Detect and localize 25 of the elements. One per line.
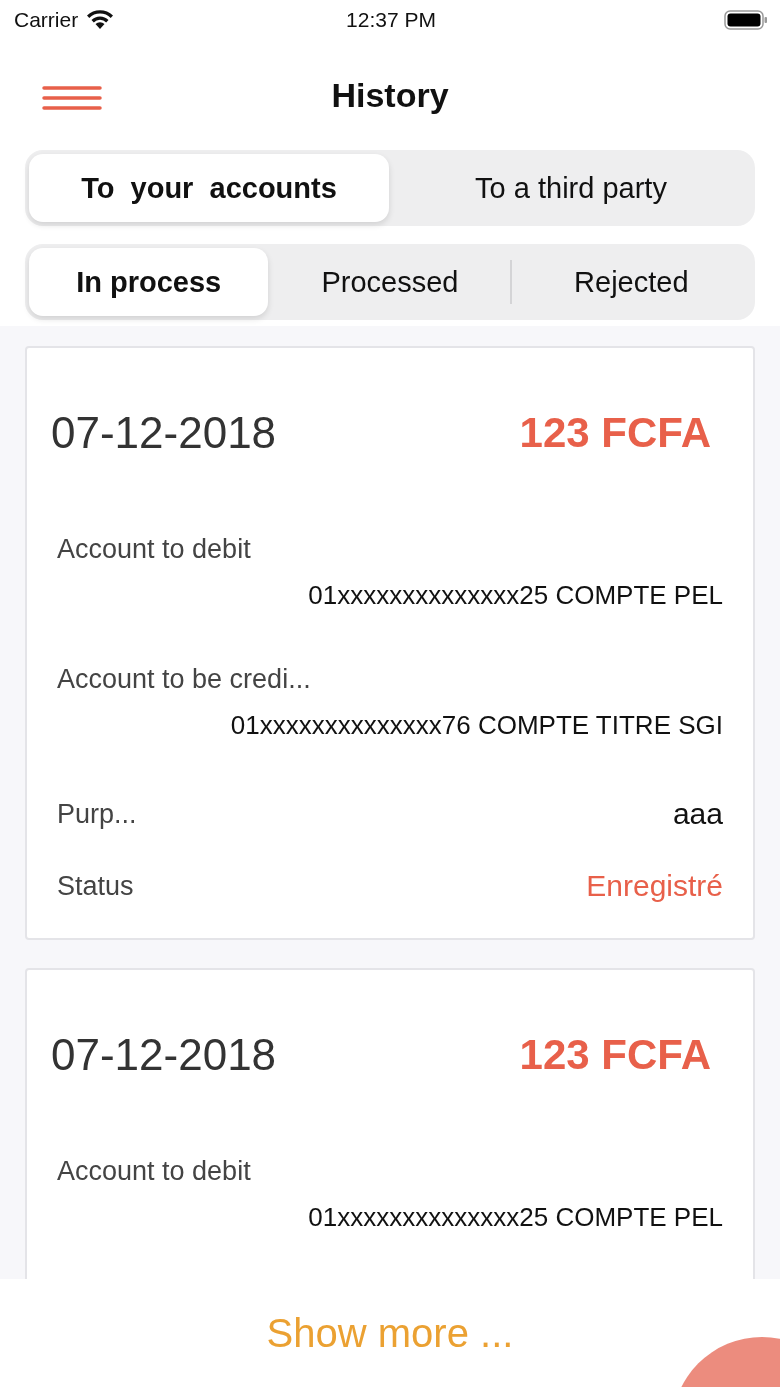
screen-title: History bbox=[331, 75, 449, 115]
segment-tab[interactable]: Rejected bbox=[511, 248, 751, 316]
carrier-label: Carrier bbox=[14, 8, 79, 32]
status-value: Enregistré bbox=[586, 869, 723, 903]
transfer-amount: 123 FCFA bbox=[519, 1031, 711, 1079]
clock-time: 12:37 PM bbox=[346, 8, 436, 32]
field-label: Purp... bbox=[57, 798, 137, 830]
field-label: Status bbox=[57, 870, 134, 902]
field-value: 01xxxxxxxxxxxxxx76 COMPTE TITRE SGI bbox=[230, 709, 723, 741]
transfer-date: 07-12-2018 bbox=[51, 1030, 277, 1080]
field-label: Account to debit bbox=[57, 533, 251, 565]
field-value: 01xxxxxxxxxxxxxx25 COMPTE PEL bbox=[308, 579, 723, 611]
segment-tab[interactable]: To your accounts bbox=[29, 154, 389, 222]
transfer-date: 07-12-2018 bbox=[51, 408, 277, 458]
segment-tab[interactable]: To a third party bbox=[391, 154, 751, 222]
menu-button[interactable] bbox=[42, 85, 102, 111]
wifi-icon bbox=[86, 10, 115, 30]
segment-tab[interactable]: In process bbox=[29, 248, 269, 316]
segment-tab[interactable]: Processed bbox=[270, 248, 510, 316]
field-label: Account to be credi... bbox=[57, 663, 311, 695]
transfer-amount: 123 FCFA bbox=[519, 409, 711, 457]
field-label: Account to debit bbox=[57, 1155, 251, 1187]
field-value: aaa bbox=[672, 797, 723, 831]
field-value: 01xxxxxxxxxxxxxx25 COMPTE PEL bbox=[308, 1201, 723, 1233]
battery-icon bbox=[724, 10, 768, 30]
